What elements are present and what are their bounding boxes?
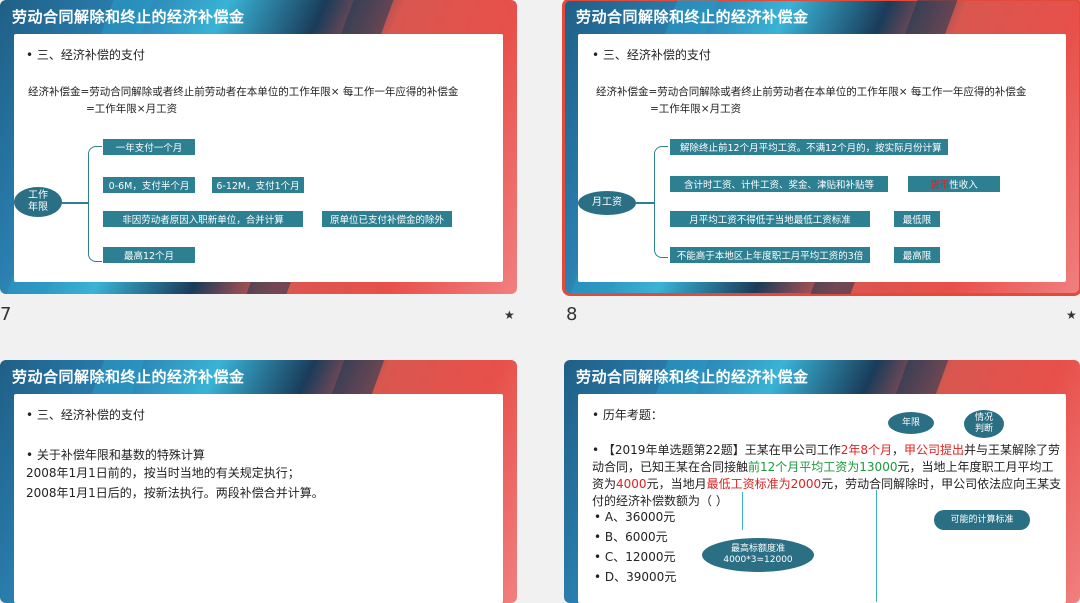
q-part: ， [892,443,905,457]
star-icon[interactable]: ★ [1066,308,1077,322]
connector-line [62,202,88,204]
rule-line-2: 2008年1月1日后的，按新法执行。两段补偿合并计算。 [26,486,324,500]
slide-sorter-grid: 劳动合同解除和终止的经济补偿金 三、经济补偿的支付 经济补偿金=劳动合同解除或者… [0,0,1080,603]
box-min-wage: 月平均工资不得低于当地最低工资标准 [670,211,870,227]
box-6-12m: 6-12M，支付1个月 [212,177,304,193]
section-heading: 历年考题： [592,406,663,423]
formula-line-1: 经济补偿金=劳动合同解除或者终止前劳动者在本单位的工作年限× 每工作一年应得的补… [596,86,1027,98]
slide-thumbnail-10[interactable]: 劳动合同解除和终止的经济补偿金 历年考题： 年限 情况 判断 • 【2019年单… [564,360,1080,603]
slide-content: 三、经济补偿的支付 关于补偿年限和基数的特殊计算 2008年1月1日前的，按当时… [14,394,503,603]
slide-content: 历年考题： 年限 情况 判断 • 【2019年单选题第22题】王某在甲公司工作2… [578,394,1066,603]
box-avg-12-months: 解除终止前12个月平均工资。不满12个月的，按实际月份计算 [670,139,948,155]
anno-situation: 情况 判断 [964,410,1004,438]
income-text: 性收入 [949,180,978,191]
box-exception: 原单位已支付补偿金的除外 [322,211,452,227]
box-max-limit: 最高限 [894,247,940,263]
anno-max-standard: 最高标额度准 4000*3=12000 [702,538,814,572]
section-heading: 三、经济补偿的支付 [26,46,145,63]
box-3x-cap: 不能高于本地区上年度职工月平均工资的3倍 [670,247,870,263]
slide-content: 三、经济补偿的支付 经济补偿金=劳动合同解除或者终止前劳动者在本单位的工作年限×… [578,34,1066,282]
q-part-red: 最低工资标准为2000 [706,477,822,491]
slide-number: 8 [566,304,578,325]
slide-title: 劳动合同解除和终止的经济补偿金 [576,368,809,386]
q-part-red: 4000 [616,477,647,491]
section-heading: 三、经济补偿的支付 [592,46,711,63]
arrow-line [742,492,743,530]
option-a[interactable]: A、36000元 [594,508,675,525]
option-c[interactable]: C、12000元 [594,548,676,565]
oval-monthly-wage: 月工资 [578,191,636,215]
q-part: 元，当地月 [646,477,707,491]
box-wage-components: 含计时工资、计件工资、奖金、津贴和补贴等 [670,176,888,192]
anno-possible-standard: 可能的计算标准 [934,510,1030,530]
option-b[interactable]: B、6000元 [594,528,668,545]
arrow-line [876,490,877,602]
subsection-heading: 关于补偿年限和基数的特殊计算 [26,446,205,463]
slide-thumbnail-8[interactable]: 劳动合同解除和终止的经济补偿金 三、经济补偿的支付 经济补偿金=劳动合同解除或者… [562,0,1080,296]
option-d[interactable]: D、39000元 [594,568,676,585]
slide-thumbnail-7[interactable]: 劳动合同解除和终止的经济补偿金 三、经济补偿的支付 经济补偿金=劳动合同解除或者… [0,0,517,294]
anno-years: 年限 [888,412,934,434]
oval-label: 工作 年限 [28,190,48,213]
q-part-green: 前12个月平均工资为13000 [748,460,898,474]
q-part: 【2019年单选题第22题】王某在甲公司工作 [602,443,841,457]
formula-line-2: =工作年限×月工资 [650,103,742,115]
box-one-year: 一年支付一个月 [103,139,195,155]
formula-line-1: 经济补偿金=劳动合同解除或者终止前劳动者在本单位的工作年限× 每工作一年应得的补… [28,86,459,98]
formula-line-2: =工作年限×月工资 [86,103,178,115]
rule-line-1: 2008年1月1日前的，按当时当地的有关规定执行； [26,466,300,480]
star-icon[interactable]: ★ [504,308,515,322]
monetary-red-text: 货币 [930,180,950,191]
box-new-employer: 非因劳动者原因入职新单位，合并计算 [103,211,303,227]
oval-work-years: 工作 年限 [14,187,62,217]
anno-max-calc: 4000*3=12000 [723,555,793,565]
box-min-limit: 最低限 [894,211,940,227]
anno-max-label: 最高标额度准 [730,544,785,555]
slide-number: 7 [0,304,12,325]
q-part-red: 甲公司提出 [904,443,965,457]
brace [654,146,668,258]
slide-content: 三、经济补偿的支付 经济补偿金=劳动合同解除或者终止前劳动者在本单位的工作年限×… [14,34,503,282]
box-max-12: 最高12个月 [103,247,195,263]
slide-thumbnail-9[interactable]: 劳动合同解除和终止的经济补偿金 三、经济补偿的支付 关于补偿年限和基数的特殊计算… [0,360,517,603]
brace [88,146,102,262]
section-heading: 三、经济补偿的支付 [26,406,145,423]
slide-title: 劳动合同解除和终止的经济补偿金 [12,8,245,26]
connector-line [636,202,654,204]
anno-situation-label: 情况 判断 [974,413,993,434]
q-part-red: 2年8个月 [840,443,892,457]
box-0-6m: 0-6M，支付半个月 [103,177,195,193]
box-monetary-income: 货币 性收入 [908,176,1000,192]
slide-title: 劳动合同解除和终止的经济补偿金 [576,8,809,26]
question-text: • 【2019年单选题第22题】王某在甲公司工作2年8个月，甲公司提出并与王某解… [592,443,1062,508]
slide-title: 劳动合同解除和终止的经济补偿金 [12,368,245,386]
